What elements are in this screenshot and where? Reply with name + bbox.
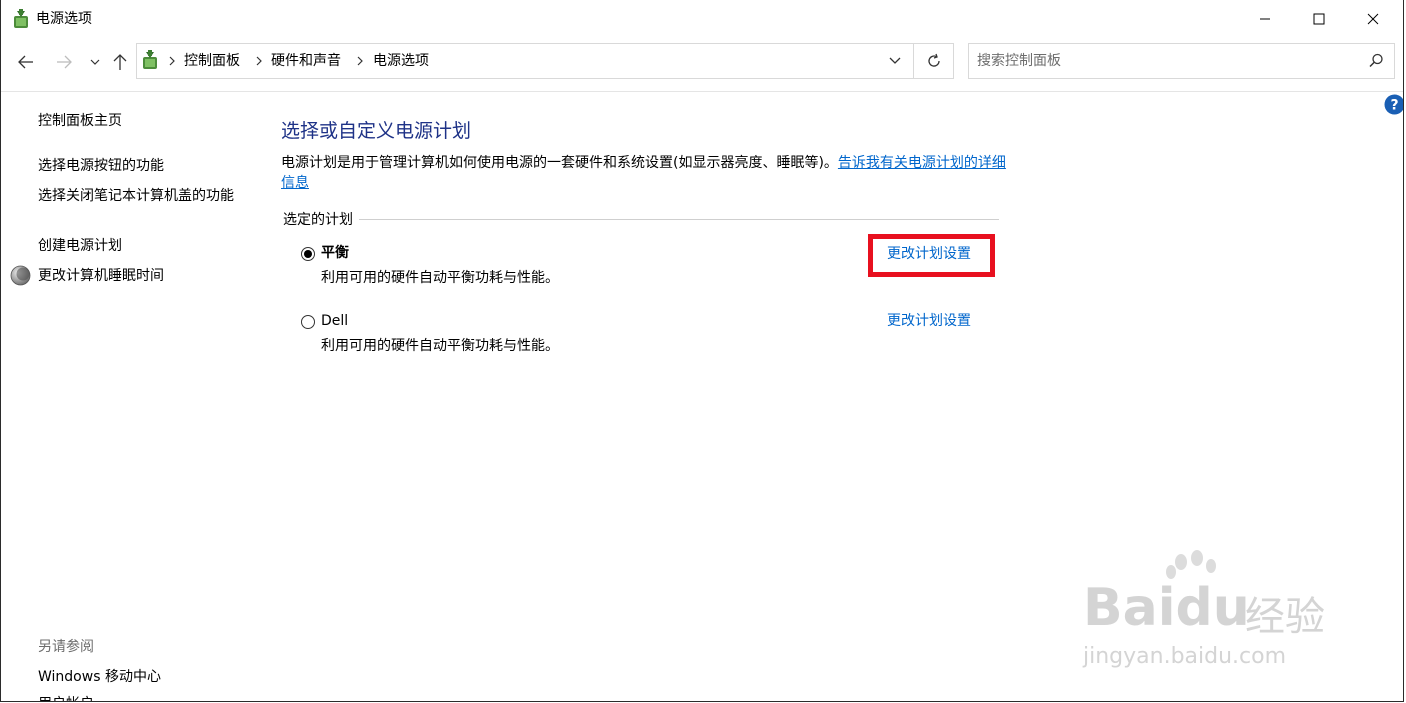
forward-button[interactable] (49, 48, 79, 76)
sidebar-link-lid-close[interactable]: 选择关闭笔记本计算机盖的功能 (38, 186, 248, 206)
arrow-up-icon (113, 54, 127, 70)
title-bar: 电源选项 (1, 0, 1403, 38)
change-plan-settings-link-dell[interactable]: 更改计划设置 (887, 311, 971, 331)
sidebar-link-sleep-time[interactable]: 更改计算机睡眠时间 (38, 266, 164, 286)
maximize-button[interactable] (1292, 0, 1346, 38)
see-also-link-user-accounts[interactable]: 用户帐户 (38, 694, 94, 701)
control-panel-icon (143, 50, 157, 69)
power-options-window: 电源选项 控制面板 硬件和声音 电源选项 搜索控制面板 ? 控制面板主页 选择电… (0, 0, 1404, 702)
see-also-link-mobility-center[interactable]: Windows 移动中心 (38, 667, 161, 687)
address-history-button[interactable] (877, 45, 913, 77)
plan-description: 利用可用的硬件自动平衡功耗与性能。 (321, 270, 559, 286)
intro-paragraph: 电源计划是用于管理计算机如何使用电源的一套硬件和系统设置(如显示器亮度、睡眠等)… (281, 153, 1006, 193)
breadcrumb-hardware-sound[interactable]: 硬件和声音 (271, 51, 341, 71)
see-also-label: 另请参阅 (38, 639, 94, 655)
close-icon (1367, 13, 1379, 25)
group-label: 选定的计划 (283, 211, 359, 229)
sidebar-link-create-plan[interactable]: 创建电源计划 (38, 236, 122, 256)
arrow-right-icon (57, 55, 72, 69)
plan-radio-balanced[interactable] (301, 247, 315, 261)
paw-logo (1166, 550, 1216, 579)
chevron-right-icon[interactable] (166, 52, 178, 70)
chevron-right-icon[interactable] (253, 52, 265, 70)
maximize-icon (1313, 13, 1325, 25)
change-plan-settings-link-balanced[interactable]: 更改计划设置 (887, 244, 971, 264)
minimize-button[interactable] (1238, 0, 1292, 38)
breadcrumb-control-panel[interactable]: 控制面板 (184, 51, 240, 71)
address-bar[interactable]: 控制面板 硬件和声音 电源选项 (136, 43, 954, 79)
plan-name-balanced[interactable]: 平衡 (321, 243, 349, 263)
search-icon[interactable] (1367, 52, 1385, 70)
chevron-down-icon (889, 57, 901, 64)
watermark-brand-cn: 经验 (1245, 594, 1325, 640)
refresh-button[interactable] (915, 45, 953, 77)
sidebar-link-power-button[interactable]: 选择电源按钮的功能 (38, 156, 164, 176)
back-button[interactable] (11, 48, 41, 76)
refresh-icon (928, 53, 940, 67)
divider (1, 91, 1403, 92)
moon-icon (10, 265, 31, 286)
breadcrumb-power-options[interactable]: 电源选项 (373, 51, 429, 71)
search-input[interactable] (977, 50, 1357, 72)
arrow-left-icon (18, 55, 33, 69)
help-icon[interactable]: ? (1384, 94, 1404, 115)
recent-locations-button[interactable] (85, 48, 105, 76)
watermark-url: jingyan.baidu.com (1083, 644, 1287, 669)
divider (913, 44, 914, 78)
navigation-bar: 控制面板 硬件和声音 电源选项 (1, 38, 1403, 88)
watermark-brand: Baidu (1083, 578, 1250, 638)
intro-text: 电源计划是用于管理计算机如何使用电源的一套硬件和系统设置(如显示器亮度、睡眠等)… (281, 155, 838, 171)
baidu-watermark: Baidu 经验 jingyan.baidu.com (1063, 548, 1343, 678)
chevron-down-icon (90, 59, 100, 65)
power-options-icon (14, 9, 28, 28)
plan-radio-dell[interactable] (301, 315, 315, 329)
chevron-right-icon[interactable] (354, 52, 366, 70)
plan-name-dell[interactable]: Dell (321, 311, 348, 331)
search-box[interactable] (968, 43, 1395, 79)
window-title: 电源选项 (36, 11, 92, 27)
minimize-icon (1260, 18, 1270, 20)
plan-description: 利用可用的硬件自动平衡功耗与性能。 (321, 338, 559, 354)
sidebar-link-control-panel-home[interactable]: 控制面板主页 (38, 111, 122, 131)
group-divider (283, 219, 999, 220)
svg-text:?: ? (1390, 98, 1398, 114)
page-title: 选择或自定义电源计划 (281, 120, 472, 142)
close-button[interactable] (1346, 0, 1400, 38)
up-button[interactable] (107, 48, 133, 76)
